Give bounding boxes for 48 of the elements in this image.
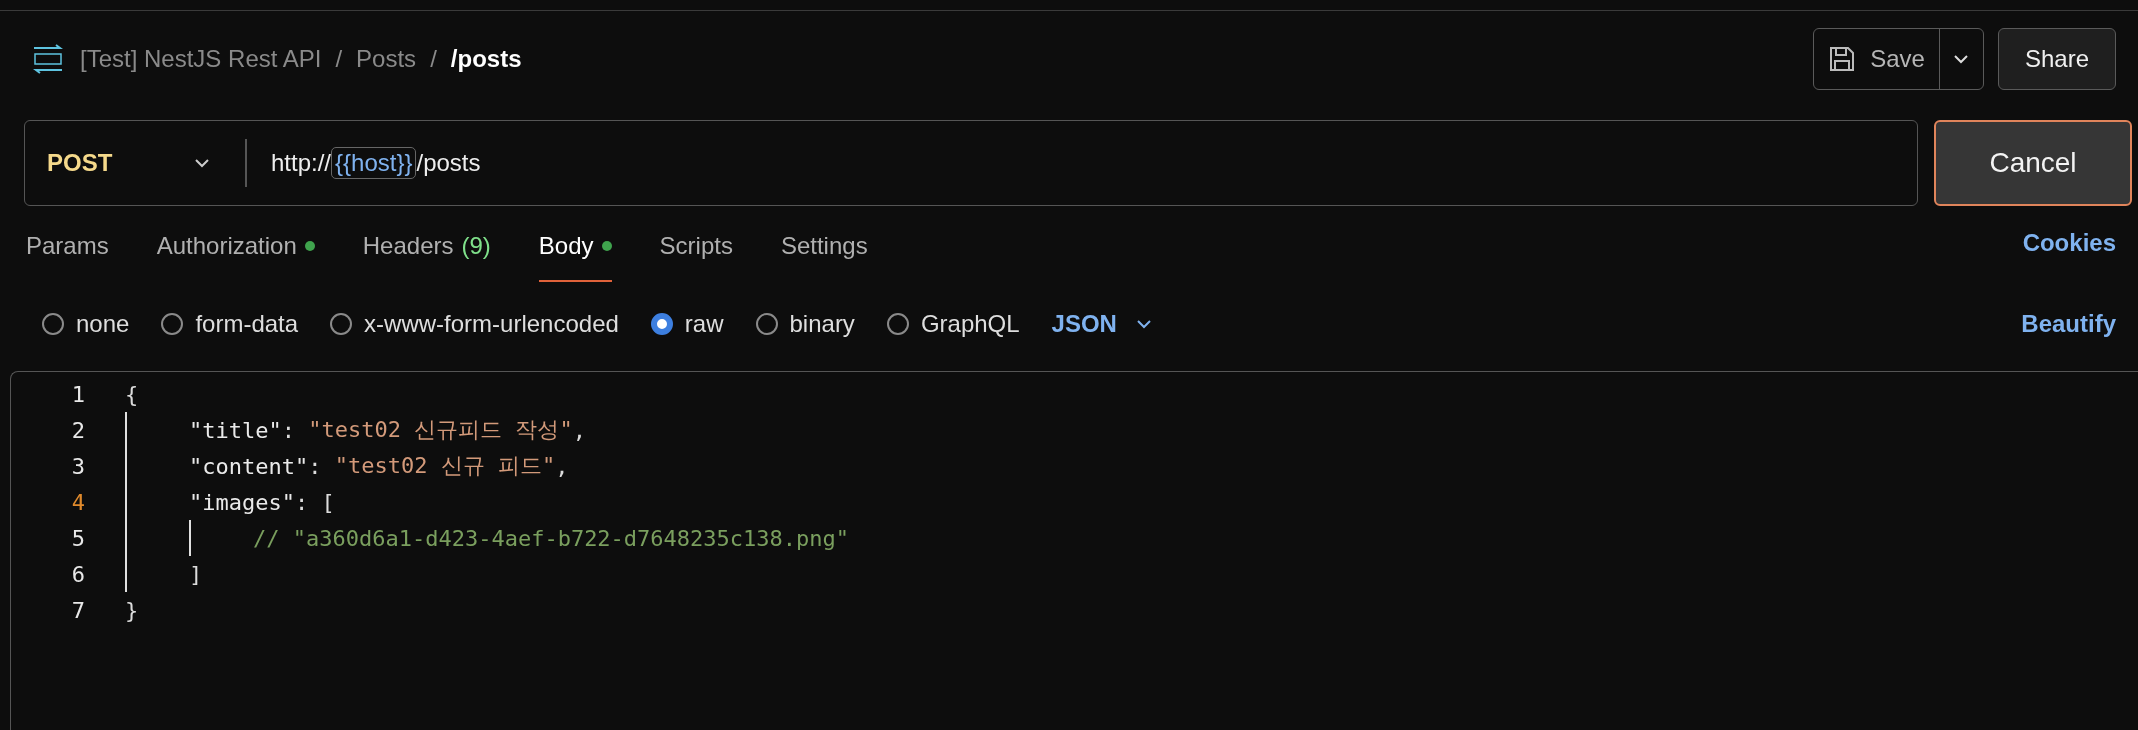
radio-button[interactable]: [161, 312, 184, 335]
request-tab[interactable]: Params: [26, 228, 109, 282]
body-type-option[interactable]: binary: [755, 309, 855, 338]
body-type-option[interactable]: x-www-form-urlencoded: [330, 309, 619, 338]
code-line: // "a360d6a1-d423-4aef-b722-d7648235c138.png": [253, 524, 850, 553]
code-line: }: [125, 596, 139, 625]
request-tab[interactable]: Headers (9): [362, 228, 491, 282]
request-tab[interactable]: Authorization: [156, 228, 315, 282]
body-type-option[interactable]: raw: [650, 309, 724, 338]
line-number: 5: [70, 525, 85, 551]
line-number: 3: [70, 453, 85, 479]
save-button[interactable]: Save: [1814, 28, 1939, 89]
cancel-button[interactable]: Cancel: [1934, 120, 2132, 206]
radio-button[interactable]: [42, 312, 64, 335]
body-type-option[interactable]: none: [42, 309, 130, 338]
url-variable: {{host}}: [331, 147, 417, 179]
beautify-link[interactable]: Beautify: [2021, 309, 2116, 338]
radio-button[interactable]: [886, 312, 909, 335]
body-type-option[interactable]: form-data: [161, 309, 299, 338]
line-number: 6: [70, 561, 85, 587]
line-number: 7: [70, 597, 85, 623]
request-tab[interactable]: Body: [538, 228, 612, 282]
cookies-link[interactable]: Cookies: [2022, 229, 2116, 257]
format-dropdown[interactable]: JSON: [1051, 309, 1153, 338]
tab-count: (9): [461, 232, 491, 260]
line-number: 1: [70, 381, 85, 407]
radio-button[interactable]: [330, 312, 353, 335]
code-line: "title": "test02 신규피드 작성",: [189, 416, 586, 445]
breadcrumb-separator: /: [335, 44, 343, 73]
code-line: ]: [189, 560, 203, 589]
request-tab[interactable]: Settings: [780, 228, 868, 282]
radio-button[interactable]: [755, 312, 778, 335]
code-editor[interactable]: 1 { 2 "title": "test02 신규피드 작성", 3 "content": "test02 신규 피드", 4 "images": [ 5 // "a360d6a1-d423-4aef-b722-d7648235c138.png" 6 ] 7 }: [10, 371, 2138, 730]
line-number: 2: [70, 417, 85, 443]
breadcrumb-item[interactable]: [Test] NestJS Rest API: [80, 44, 322, 73]
body-type-option[interactable]: GraphQL: [886, 309, 1020, 338]
method-dropdown[interactable]: POST: [25, 121, 245, 205]
breadcrumb-separator: /: [430, 44, 437, 73]
request-tab[interactable]: Scripts: [659, 228, 733, 282]
line-number: 4: [70, 489, 85, 515]
breadcrumb-item[interactable]: Posts: [356, 44, 417, 73]
url-field[interactable]: http:// {{host}} /posts: [247, 147, 481, 179]
code-line: "content": "test02 신규 피드",: [189, 452, 569, 481]
code-line: "images": [: [189, 488, 335, 517]
code-line: {: [125, 380, 139, 409]
radio-button[interactable]: [650, 312, 673, 335]
share-button[interactable]: Share: [1997, 27, 2116, 90]
breadcrumb-item[interactable]: /posts: [450, 44, 522, 73]
